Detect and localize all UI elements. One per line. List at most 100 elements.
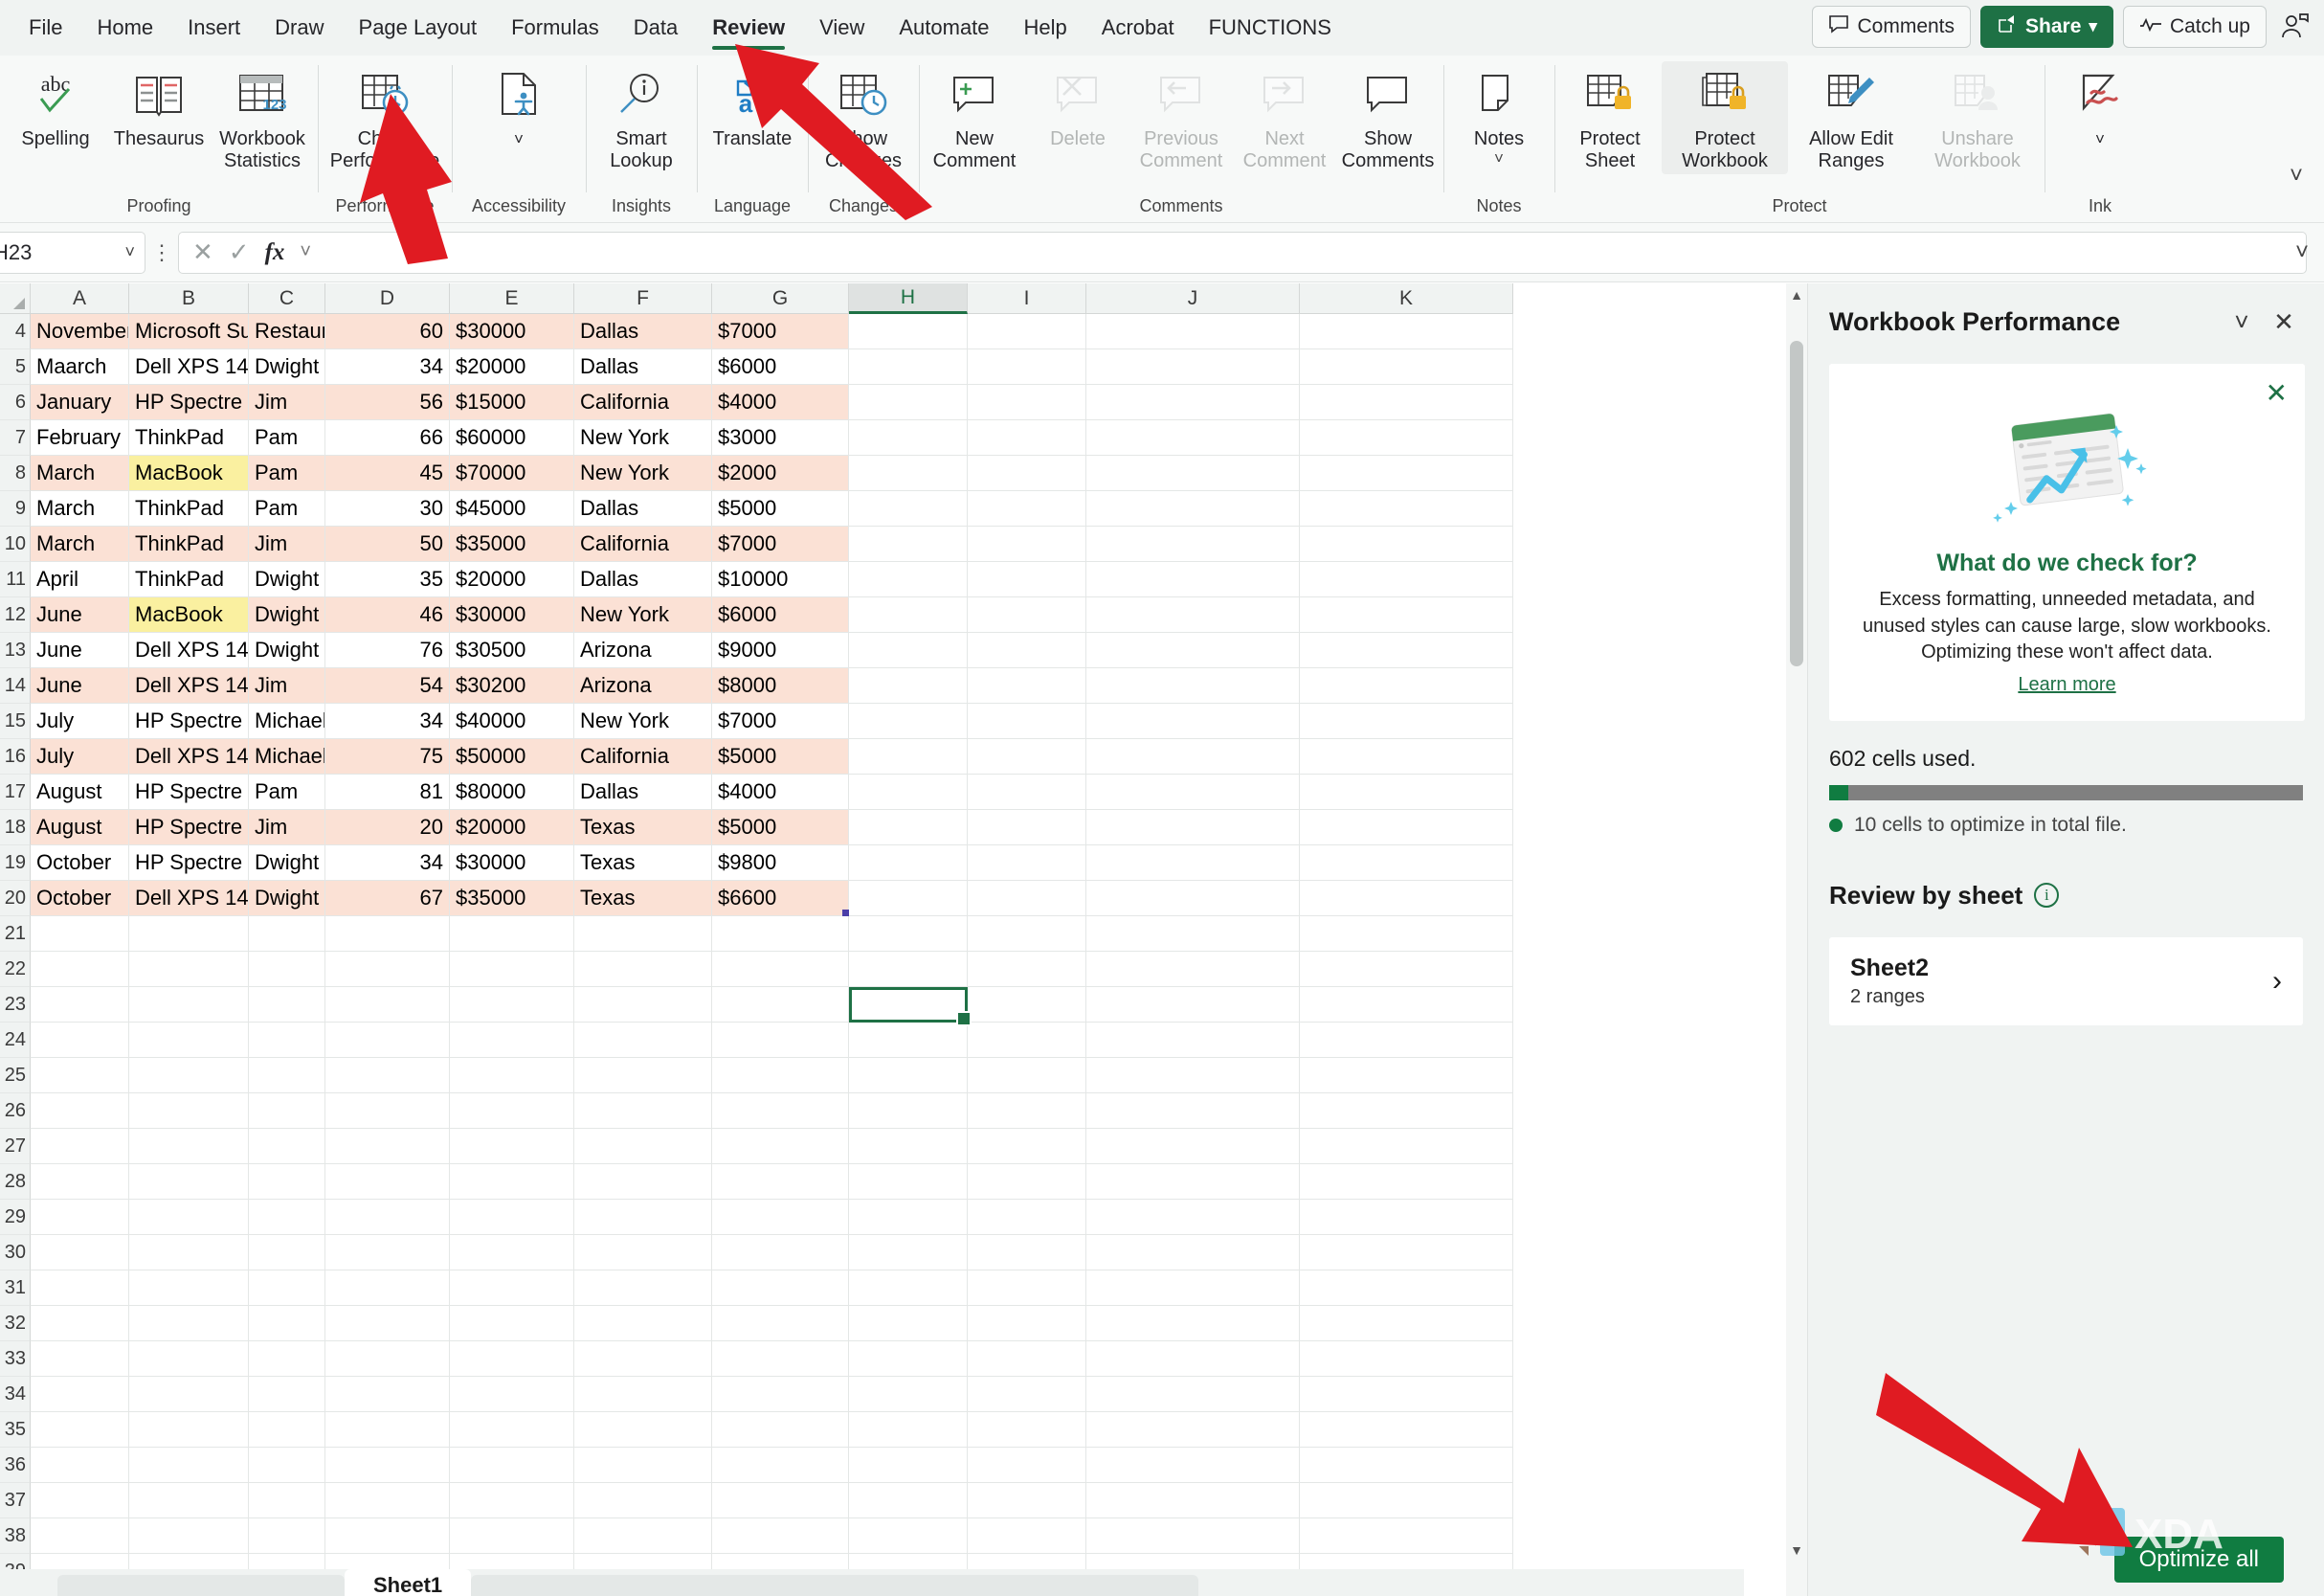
cell-J21[interactable] [1086,916,1300,952]
cell-F28[interactable] [574,1164,712,1200]
cell-H14[interactable] [849,668,968,704]
cell-H35[interactable] [849,1412,968,1448]
cell-F4[interactable]: Dallas [574,314,712,349]
cell-D6[interactable]: 56 [325,385,450,420]
cell-C20[interactable]: Dwight [249,881,325,916]
cell-C14[interactable]: Jim [249,668,325,704]
cell-B12[interactable]: MacBook [129,597,249,633]
formula-input-wrapper[interactable]: ✕ ✓ fx ˅ [178,231,2307,274]
cell-J38[interactable] [1086,1518,1300,1554]
row-header-6[interactable]: 6 [0,385,31,420]
cell-G22[interactable] [712,952,849,987]
cell-C34[interactable] [249,1377,325,1412]
cell-K12[interactable] [1300,597,1513,633]
cell-E26[interactable] [450,1093,574,1129]
cell-D24[interactable] [325,1023,450,1058]
cell-I27[interactable] [968,1129,1086,1164]
cell-K7[interactable] [1300,420,1513,456]
cell-C17[interactable]: Pam [249,775,325,810]
cell-B7[interactable]: ThinkPad [129,420,249,456]
cell-A5[interactable]: Maarch [31,349,129,385]
cell-E12[interactable]: $30000 [450,597,574,633]
cell-D30[interactable] [325,1235,450,1270]
cell-C33[interactable] [249,1341,325,1377]
cell-K4[interactable] [1300,314,1513,349]
cell-B22[interactable] [129,952,249,987]
column-header-K[interactable]: K [1300,283,1513,314]
cell-A14[interactable]: June [31,668,129,704]
ribbon-button-notes[interactable]: Notes ˅ [1447,61,1551,174]
cell-K16[interactable] [1300,739,1513,775]
cell-J33[interactable] [1086,1341,1300,1377]
cell-H21[interactable] [849,916,968,952]
cell-J36[interactable] [1086,1448,1300,1483]
cell-I18[interactable] [968,810,1086,845]
cell-C38[interactable] [249,1518,325,1554]
cell-H4[interactable] [849,314,968,349]
catch-up-button[interactable]: Catch up [2122,6,2267,48]
cell-K28[interactable] [1300,1164,1513,1200]
row-header-29[interactable]: 29 [0,1200,31,1235]
cell-F18[interactable]: Texas [574,810,712,845]
cell-G36[interactable] [712,1448,849,1483]
ribbon-button-hide-ink[interactable]: ˅ [2048,61,2152,174]
cell-G20[interactable]: $6600 [712,881,849,916]
cell-B28[interactable] [129,1164,249,1200]
ribbon-button-thesaurus[interactable]: Thesaurus [107,61,211,174]
table-row[interactable]: January HP Spectre Jim 56 $15000 California $4… [31,385,1513,420]
table-row[interactable] [31,1448,1513,1483]
table-row[interactable] [31,1270,1513,1306]
cell-A12[interactable]: June [31,597,129,633]
cell-J19[interactable] [1086,845,1300,881]
cell-B10[interactable]: ThinkPad [129,527,249,562]
cell-B15[interactable]: HP Spectre [129,704,249,739]
cell-C13[interactable]: Dwight [249,633,325,668]
cell-A9[interactable]: March [31,491,129,527]
table-row[interactable]: June Dell XPS 14 Jim 54 $30200 Arizona $8000 [31,668,1513,704]
row-header-21[interactable]: 21 [0,916,31,952]
row-header-24[interactable]: 24 [0,1023,31,1058]
cell-F21[interactable] [574,916,712,952]
add-person-icon[interactable] [2276,8,2314,46]
cell-B11[interactable]: ThinkPad [129,562,249,597]
cell-E5[interactable]: $20000 [450,349,574,385]
table-row[interactable] [31,1341,1513,1377]
ribbon-tab-file[interactable]: File [11,0,79,56]
table-row[interactable]: March ThinkPad Jim 50 $35000 California $7000 [31,527,1513,562]
cell-K19[interactable] [1300,845,1513,881]
row-header-31[interactable]: 31 [0,1270,31,1306]
cell-E24[interactable] [450,1023,574,1058]
cell-C19[interactable]: Dwight [249,845,325,881]
cell-H31[interactable] [849,1270,968,1306]
cell-K37[interactable] [1300,1483,1513,1518]
cell-B26[interactable] [129,1093,249,1129]
row-header-15[interactable]: 15 [0,704,31,739]
cell-C6[interactable]: Jim [249,385,325,420]
table-row[interactable] [31,1483,1513,1518]
table-row[interactable] [31,1235,1513,1270]
row-header-18[interactable]: 18 [0,810,31,845]
cell-K29[interactable] [1300,1200,1513,1235]
cell-D33[interactable] [325,1341,450,1377]
cell-F11[interactable]: Dallas [574,562,712,597]
cell-A38[interactable] [31,1518,129,1554]
cell-G24[interactable] [712,1023,849,1058]
cell-G37[interactable] [712,1483,849,1518]
cell-D15[interactable]: 34 [325,704,450,739]
column-header-D[interactable]: D [325,283,450,314]
table-row[interactable]: February ThinkPad Pam 66 $60000 New York $3000 [31,420,1513,456]
cell-G5[interactable]: $6000 [712,349,849,385]
cell-J16[interactable] [1086,739,1300,775]
cell-E20[interactable]: $35000 [450,881,574,916]
cell-H18[interactable] [849,810,968,845]
cell-B38[interactable] [129,1518,249,1554]
cell-K22[interactable] [1300,952,1513,987]
column-header-G[interactable]: G [712,283,849,314]
cell-C10[interactable]: Jim [249,527,325,562]
cell-B23[interactable] [129,987,249,1023]
cell-I29[interactable] [968,1200,1086,1235]
cell-G12[interactable]: $6000 [712,597,849,633]
row-header-14[interactable]: 14 [0,668,31,704]
cell-E13[interactable]: $30500 [450,633,574,668]
row-header-26[interactable]: 26 [0,1093,31,1129]
